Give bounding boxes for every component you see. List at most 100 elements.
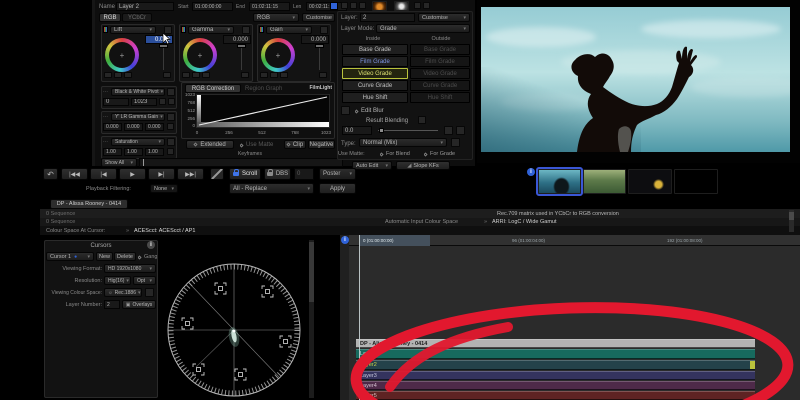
previous-frame-button[interactable]: |◀ [90, 168, 117, 180]
scope-scrollbar-handle[interactable] [309, 242, 314, 302]
timeline-track-sequence[interactable]: DP - Alissa Rooney - 0414 [356, 339, 755, 348]
colour-model-dropdown[interactable]: RGB [253, 13, 299, 22]
negative-toggle[interactable]: Negative [308, 140, 335, 149]
mini-scrollbar-handle[interactable] [789, 212, 794, 220]
undo-button[interactable]: ↶ [43, 168, 58, 180]
outside-video-grade-button[interactable]: Video Grade [410, 68, 470, 79]
lift-dropdown[interactable]: Lift [110, 26, 156, 34]
timeline-track-layer1[interactable]: Layer1 [356, 349, 755, 359]
blend-type-dropdown[interactable]: Normal (Mix) [359, 138, 447, 147]
extended-toggle[interactable]: Extended [186, 140, 234, 149]
inside-base-grade-button[interactable]: Base Grade [342, 44, 408, 55]
pivot-max-field[interactable]: 1023 [131, 98, 157, 106]
outside-base-grade-button[interactable]: Base Grade [410, 44, 470, 55]
keyframes-cursor[interactable] [143, 159, 144, 166]
timeline-track-layer3[interactable]: Layer3 [356, 371, 755, 380]
mini-scrollbar[interactable] [789, 210, 794, 232]
lift-anim-icon[interactable] [163, 72, 171, 78]
keyframes-timebar[interactable] [139, 158, 343, 167]
toolbar-icon[interactable] [359, 2, 366, 9]
for-blend-toggle[interactable]: For Blend [380, 150, 418, 158]
outside-hue-shift-button[interactable]: Hue Shift [410, 92, 470, 103]
toolbar-icon[interactable] [423, 2, 430, 9]
trash-icon[interactable] [145, 288, 154, 297]
saturation-menu-icon[interactable] [167, 138, 175, 146]
end-timecode-field[interactable]: 01:02:11:15 [249, 2, 290, 11]
gamma-slider-handle[interactable] [237, 44, 246, 48]
saturation-r-field[interactable]: 1.00 [103, 148, 122, 156]
gamma-gain-b-field[interactable]: 0.000 [145, 123, 164, 131]
timeline-track-layer2[interactable]: Layer2 [356, 360, 755, 370]
dbs-toggle[interactable]: DBS [264, 168, 291, 180]
apply-button[interactable]: Apply [319, 183, 356, 194]
next-frame-button[interactable]: ▶| [148, 168, 175, 180]
wheel-menu-icon[interactable] [242, 26, 250, 34]
go-to-end-button[interactable]: ▶▶| [177, 168, 204, 180]
cursor-new-button[interactable]: New [96, 252, 113, 261]
overlays-button[interactable]: ▣Overlays [122, 300, 156, 309]
for-grade-toggle[interactable]: For Grade [424, 150, 464, 158]
play-button[interactable]: ▶ [119, 168, 146, 180]
customise-dropdown[interactable]: Customise [302, 13, 335, 22]
inside-film-grade-button[interactable]: Film Grade [342, 56, 408, 67]
layer-customise-dropdown[interactable]: Customise [418, 13, 470, 22]
go-to-start-button[interactable]: |◀◀ [61, 168, 88, 180]
edit-mode-dropdown[interactable]: All - Replace [229, 183, 314, 194]
clip-thumbnail-selected[interactable] [538, 169, 581, 194]
slope-kfs-button[interactable]: ◢Slope KFs [396, 161, 450, 170]
matte-thumbnail[interactable] [394, 1, 409, 11]
outside-film-grade-button[interactable]: Film Grade [410, 56, 470, 67]
pivot-reset-icon[interactable] [159, 98, 166, 105]
poster-dropdown[interactable]: Poster [319, 168, 356, 180]
layer-name-field[interactable]: Layer 2 [116, 2, 174, 11]
lift-reset-icon[interactable] [104, 72, 112, 78]
scope-layer-number-field[interactable]: 2 [104, 300, 120, 309]
grip-icon[interactable]: ⋯ [103, 138, 110, 146]
timeline-track-layer4[interactable]: Layer4 [356, 381, 755, 390]
gamma-gain-dropdown[interactable]: Y' LR Gamma Gain [111, 113, 165, 121]
gamma-reset-icon[interactable] [182, 72, 190, 78]
result-blending-value-field[interactable]: 0.0 [342, 126, 372, 135]
lift-keyframe-icon[interactable] [114, 72, 122, 78]
saturation-dropdown[interactable]: Saturation [111, 138, 165, 146]
gain-anim-icon[interactable] [319, 72, 327, 78]
edit-blur-icon[interactable] [341, 106, 350, 115]
resolution-dropdown[interactable]: Hig(16) [104, 276, 131, 285]
gamma-gain-r-field[interactable]: 0.000 [103, 123, 122, 131]
toolbar-icon[interactable] [341, 2, 348, 9]
saturation-b-field[interactable]: 1.00 [145, 148, 164, 156]
blending-reset-icon[interactable] [444, 126, 453, 135]
gamma-gain-g-field[interactable]: 0.000 [124, 123, 143, 131]
info-icon[interactable]: i [527, 168, 535, 176]
gamma-gain-anim-icon[interactable] [167, 123, 174, 130]
saturation-anim-icon[interactable] [167, 148, 174, 155]
playhead[interactable] [359, 235, 360, 400]
blend-options-icon[interactable] [451, 138, 460, 147]
gain-options-icon[interactable] [280, 72, 288, 78]
clip-thumbnail[interactable] [583, 169, 626, 194]
viewing-format-dropdown[interactable]: HD 1920x1080 [104, 264, 156, 273]
scroll-toggle[interactable]: Scroll [229, 168, 261, 180]
result-blending-icon[interactable] [418, 116, 426, 124]
pivot-menu-icon[interactable] [167, 88, 175, 96]
inside-video-grade-button[interactable]: Video Grade [342, 68, 408, 79]
playback-filtering-dropdown[interactable]: None [150, 184, 178, 193]
show-all-dropdown[interactable]: Show All [101, 158, 137, 167]
inside-curve-grade-button[interactable]: Curve Grade [342, 80, 408, 91]
gain-slider-handle[interactable] [315, 44, 324, 48]
video-preview[interactable] [481, 7, 790, 152]
start-timecode-field[interactable]: 01:00:00:00 [192, 2, 233, 11]
gain-keyframe-icon[interactable] [270, 72, 278, 78]
timeline-info-icon[interactable]: i [341, 236, 349, 244]
blending-anim-icon[interactable] [456, 126, 465, 135]
gain-dropdown[interactable]: Gain [266, 26, 312, 34]
grip-icon[interactable]: ⋯ [103, 88, 110, 96]
saturation-g-field[interactable]: 1.00 [124, 148, 143, 156]
gamma-keyframe-icon[interactable] [192, 72, 200, 78]
gamma-gain-menu-icon[interactable] [167, 113, 175, 121]
gang-toggle[interactable]: Gang [138, 253, 157, 261]
cursor-delete-button[interactable]: Delete [114, 252, 136, 261]
colour-swatch-icon[interactable] [330, 2, 338, 10]
tab-ycbcr[interactable]: YCbCr [122, 13, 152, 22]
tab-rgb[interactable]: RGB [99, 13, 121, 22]
